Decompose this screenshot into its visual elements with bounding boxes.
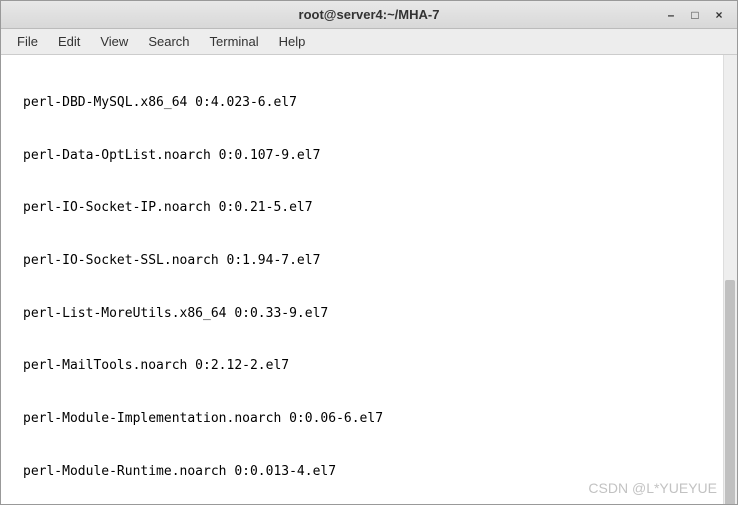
maximize-icon: □ — [691, 8, 698, 22]
menu-edit[interactable]: Edit — [48, 30, 90, 53]
watermark: CSDN @L*YUEYUE — [588, 479, 717, 498]
output-line: perl-IO-Socket-SSL.noarch 0:1.94-7.el7 — [9, 252, 729, 270]
menu-search[interactable]: Search — [138, 30, 199, 53]
output-line: perl-Module-Implementation.noarch 0:0.06… — [9, 410, 729, 428]
maximize-button[interactable]: □ — [683, 5, 707, 25]
menu-view[interactable]: View — [90, 30, 138, 53]
scroll-thumb[interactable] — [725, 280, 735, 505]
output-line: perl-MailTools.noarch 0:2.12-2.el7 — [9, 357, 729, 375]
terminal-window: root@server4:~/MHA-7 – □ × File Edit Vie… — [0, 0, 738, 505]
output-line: perl-DBD-MySQL.x86_64 0:4.023-6.el7 — [9, 94, 729, 112]
terminal-output[interactable]: perl-DBD-MySQL.x86_64 0:4.023-6.el7 perl… — [1, 55, 737, 504]
close-button[interactable]: × — [707, 5, 731, 25]
minimize-button[interactable]: – — [659, 5, 683, 25]
menubar: File Edit View Search Terminal Help — [1, 29, 737, 55]
output-line: perl-Data-OptList.noarch 0:0.107-9.el7 — [9, 147, 729, 165]
window-title: root@server4:~/MHA-7 — [299, 7, 440, 22]
menu-terminal[interactable]: Terminal — [200, 30, 269, 53]
output-line: perl-Module-Runtime.noarch 0:0.013-4.el7 — [9, 463, 729, 481]
minimize-icon: – — [668, 8, 675, 22]
menu-file[interactable]: File — [7, 30, 48, 53]
titlebar[interactable]: root@server4:~/MHA-7 – □ × — [1, 1, 737, 29]
menu-help[interactable]: Help — [269, 30, 316, 53]
scrollbar[interactable] — [723, 55, 737, 504]
close-icon: × — [715, 8, 722, 22]
output-line: perl-IO-Socket-IP.noarch 0:0.21-5.el7 — [9, 199, 729, 217]
output-line: perl-List-MoreUtils.x86_64 0:0.33-9.el7 — [9, 305, 729, 323]
window-controls: – □ × — [659, 5, 731, 25]
